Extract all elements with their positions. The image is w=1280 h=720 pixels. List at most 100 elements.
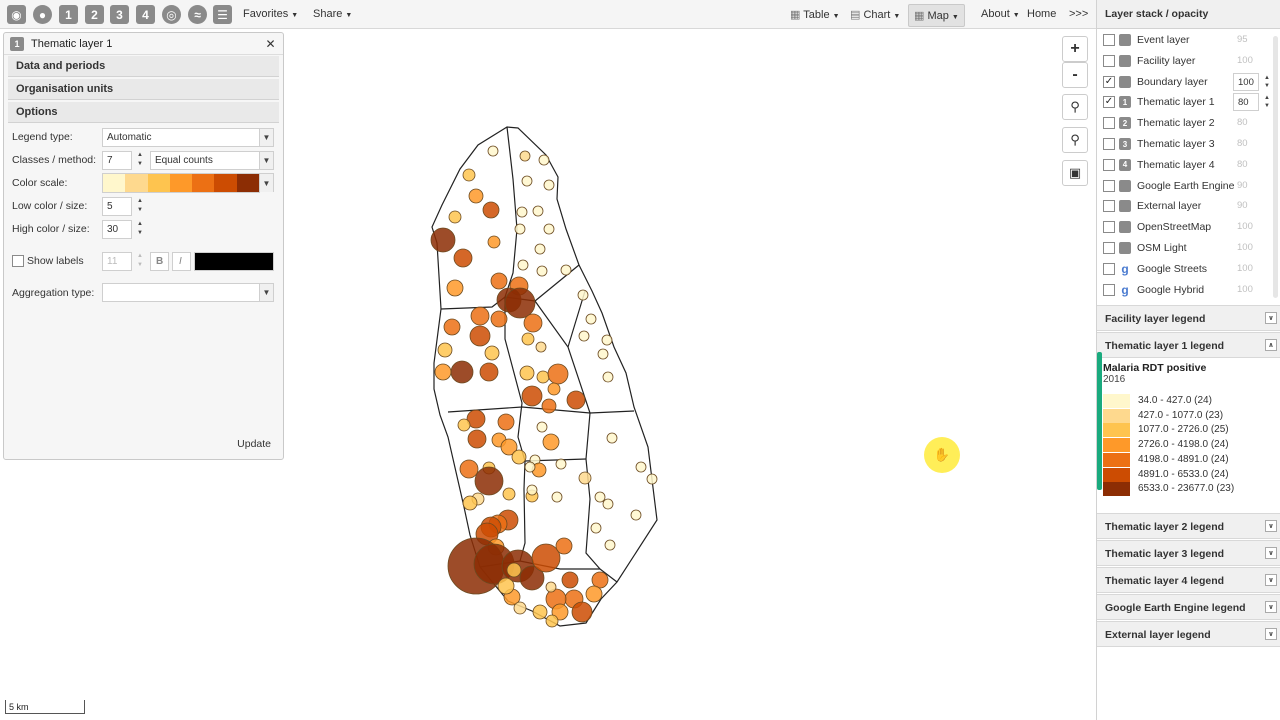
opacity-stepper[interactable]: ▲ ▼ (1261, 74, 1273, 91)
facility-layer-legend-header[interactable]: Facility layer legend ∨ (1097, 305, 1280, 331)
color-scale-dropdown[interactable]: ▼ (259, 173, 274, 192)
layer-row[interactable]: External layer 90 (1097, 196, 1280, 217)
label-font-size-input[interactable]: 11 (102, 252, 132, 271)
thematic-layer-2-icon[interactable]: 2 (85, 5, 104, 24)
layer-opacity-input[interactable]: 90 (1233, 177, 1259, 195)
layer-row[interactable]: g Google Streets 100 (1097, 259, 1280, 280)
table-menu[interactable]: ▦ Table ▼ (790, 8, 840, 21)
thematic-dot[interactable] (430, 227, 456, 253)
classes-input[interactable]: 7 (102, 151, 132, 170)
layer-opacity-input[interactable]: 100 (1233, 260, 1259, 278)
thematic-dot[interactable] (514, 223, 526, 235)
thematic-dot[interactable] (577, 289, 589, 301)
event-layer-icon[interactable]: ◉ (7, 5, 26, 24)
thematic-dot[interactable] (601, 334, 613, 346)
thematic-dot[interactable] (502, 487, 516, 501)
thematic-dot[interactable] (490, 272, 508, 290)
thematic-dot[interactable] (534, 243, 546, 255)
thematic-layer-3-icon[interactable]: 3 (110, 5, 129, 24)
thematic-dot[interactable] (542, 433, 560, 451)
thematic-dot[interactable] (526, 484, 538, 496)
layer-opacity-input[interactable]: 100 (1233, 72, 1259, 91)
color-scale-picker[interactable] (102, 173, 260, 193)
thematic-dot[interactable] (536, 370, 550, 384)
bold-button[interactable]: B (150, 252, 169, 271)
zoom-extent-icon[interactable]: ⚲ (1062, 94, 1088, 120)
thematic-dot[interactable] (448, 210, 462, 224)
low-size-stepper[interactable]: ▲ ▼ (133, 197, 147, 216)
thematic-dot[interactable] (434, 363, 452, 381)
layer-checkbox[interactable] (1103, 283, 1115, 296)
thematic-dot[interactable] (521, 175, 533, 187)
thematic-dot[interactable] (561, 571, 579, 589)
layer-opacity-input[interactable]: 100 (1233, 52, 1259, 70)
thematic-dot[interactable] (443, 318, 461, 336)
thematic-dot[interactable] (547, 382, 561, 396)
layer-opacity-input[interactable]: 95 (1233, 31, 1259, 49)
thematic-dot[interactable] (547, 363, 569, 385)
thematic-dot[interactable] (566, 390, 586, 410)
panel-resize-handle[interactable] (1097, 352, 1102, 490)
thematic-dot[interactable] (446, 279, 464, 297)
layer-row[interactable]: 2 Thematic layer 2 80 (1097, 113, 1280, 134)
thematic-dot[interactable] (459, 459, 479, 479)
thematic-layer-3-legend-header[interactable]: Thematic layer 3 legend ∨ (1097, 540, 1280, 566)
section-data-and-periods[interactable]: Data and periods (8, 56, 279, 77)
thematic-dot[interactable] (606, 432, 618, 444)
layer-checkbox[interactable] (1103, 34, 1115, 46)
thematic-dot[interactable] (551, 491, 563, 503)
thematic-dot[interactable] (469, 325, 491, 347)
layers-icon[interactable]: ☰ (213, 5, 232, 24)
thematic-dot[interactable] (543, 179, 555, 191)
thematic-dot[interactable] (516, 206, 528, 218)
font-size-stepper[interactable]: ▲ ▼ (133, 252, 147, 271)
thematic-dot[interactable] (513, 601, 527, 615)
layer-checkbox[interactable] (1103, 242, 1115, 254)
high-size-stepper[interactable]: ▲ ▼ (133, 220, 147, 239)
thematic-dot[interactable] (532, 604, 548, 620)
thematic-dot[interactable] (504, 287, 536, 319)
thematic-dot[interactable] (590, 522, 602, 534)
thematic-dot[interactable] (531, 543, 561, 573)
close-icon[interactable]: ✕ (264, 37, 277, 51)
layer-checkbox[interactable] (1103, 200, 1115, 213)
thematic-dot[interactable] (555, 537, 573, 555)
thematic-dot[interactable] (490, 310, 508, 328)
layer-opacity-input[interactable]: 80 (1233, 135, 1259, 153)
thematic-dot[interactable] (453, 248, 473, 268)
layer-list-scrollbar[interactable] (1273, 36, 1278, 298)
layer-opacity-input[interactable]: 80 (1233, 156, 1259, 174)
thematic-dot[interactable] (524, 461, 536, 473)
thematic-dot[interactable] (450, 360, 474, 384)
thematic-dot[interactable] (468, 188, 484, 204)
thematic-dot[interactable] (571, 601, 593, 623)
boundary-layer-icon[interactable]: ◎ (162, 5, 181, 24)
expand-panel-button[interactable]: >>> (1069, 8, 1088, 20)
external-layer-legend-header[interactable]: External layer legend ∨ (1097, 621, 1280, 647)
thematic-dot[interactable] (538, 154, 550, 166)
thematic-dot[interactable] (635, 461, 647, 473)
thematic-dot[interactable] (578, 330, 590, 342)
thematic-dot[interactable] (462, 168, 476, 182)
zoom-out-button[interactable]: - (1062, 62, 1088, 88)
thematic-dot[interactable] (521, 332, 535, 346)
google-earth-engine-legend-header[interactable]: Google Earth Engine legend ∨ (1097, 594, 1280, 620)
section-organisation-units[interactable]: Organisation units (8, 79, 279, 100)
thematic-dot[interactable] (517, 259, 529, 271)
layer-checkbox[interactable]: ✓ (1103, 96, 1115, 109)
thematic-dot[interactable] (541, 398, 557, 414)
thematic-dot[interactable] (591, 571, 609, 589)
layer-checkbox[interactable] (1103, 262, 1115, 275)
thematic-dot[interactable] (560, 264, 572, 276)
layer-row[interactable]: Google Earth Engine 90 (1097, 176, 1280, 197)
thematic-dot[interactable] (597, 348, 609, 360)
thematic-dot[interactable] (646, 473, 658, 485)
thematic-dot[interactable] (536, 421, 548, 433)
thematic-dot[interactable] (474, 466, 504, 496)
thematic-dot[interactable] (437, 342, 453, 358)
thematic-layer-1-icon[interactable]: 1 (59, 5, 78, 24)
thematic-dot[interactable] (457, 418, 471, 432)
layer-row[interactable]: Facility layer 100 (1097, 51, 1280, 72)
thematic-dot[interactable] (470, 306, 490, 326)
measure-icon[interactable]: ▣ (1062, 160, 1088, 186)
